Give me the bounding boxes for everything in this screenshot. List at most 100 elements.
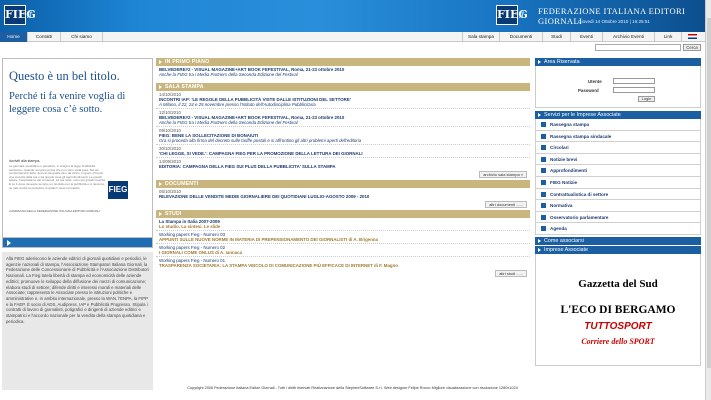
advertisement[interactable]: Questo è un bel titolo. Perché ti fa ven… — [2, 58, 153, 238]
altri-documenti-button[interactable]: altri documenti ...... — [485, 201, 527, 208]
password-input[interactable] — [613, 87, 655, 93]
main-nav: Home Contatti Chi siamo Sala stampa Docu… — [0, 32, 705, 42]
ad-player-bar[interactable] — [2, 238, 153, 248]
altri-studi-button[interactable]: altri studi ...... — [495, 270, 527, 277]
section-header-sala-stampa: SALA STAMPA — [156, 83, 530, 91]
section-header-documenti: DOCUMENTI — [156, 180, 530, 188]
left-column: Questo è un bel titolo. Perché ti fa ven… — [2, 58, 153, 390]
study-item[interactable]: Working papers Fieg - Numero 02 I GIORNAL… — [156, 244, 530, 257]
fieg-logo-text: FIEG — [4, 5, 36, 25]
search-input[interactable] — [595, 44, 681, 51]
document-icon — [541, 145, 546, 151]
service-item[interactable]: Contrattualistica di settore — [535, 188, 701, 201]
username-label: Utente — [588, 79, 602, 84]
more-row: altri documenti ...... — [156, 200, 530, 210]
study-title[interactable]: APPUNTI SULLE NUOVE NORME IN MATERIA DI … — [159, 237, 527, 242]
service-item[interactable]: Osservatorio parlamentare — [535, 211, 701, 224]
ad-campaign: CAMPAGNA DELLA FEDERAZIONE ITALIANA EDIT… — [9, 209, 101, 213]
service-item[interactable]: Circolari — [535, 142, 701, 154]
service-label[interactable]: Rassegna stampa sindacale — [550, 134, 611, 139]
english-flag-icon[interactable] — [688, 34, 697, 39]
service-label[interactable]: Rassegna stampa — [550, 122, 589, 127]
news-title[interactable]: EDITORIA: CAMPAGNA DELLA FIEG SUI PLUS D… — [159, 164, 527, 169]
study-title[interactable]: I GIORNALI COME ONLUS di A. Iannaca — [159, 250, 527, 255]
imprese-header: Imprese Associate — [535, 245, 701, 254]
login-button[interactable]: Login — [638, 96, 655, 102]
document-icon — [541, 122, 546, 127]
news-item[interactable]: 14/09/2010 EDITORIA: CAMPAGNA DELLA FIEG … — [156, 158, 530, 170]
username-input[interactable] — [613, 78, 655, 84]
service-label[interactable]: Approfondimenti — [550, 168, 587, 173]
play-icon[interactable] — [7, 240, 11, 246]
study-item[interactable]: Working papers Fieg - Numero 01 TRASPAREN… — [156, 257, 530, 269]
area-riservata-header: Area Riservata — [535, 58, 701, 66]
study-title[interactable]: Lo studio. La sintesi. Le slide — [159, 224, 527, 229]
nav-chi-siamo[interactable]: Chi siamo — [61, 32, 103, 42]
nav-sala-stampa[interactable]: Sala stampa — [462, 32, 500, 42]
news-subtitle: A Milano, il 22, 24 e 25 novembre presso… — [159, 102, 316, 107]
archivio-sala-stampa-button[interactable]: archivio sala stampa » — [479, 171, 527, 178]
service-label[interactable]: Agenda — [550, 226, 567, 231]
search-button[interactable]: Cerca — [683, 44, 701, 51]
logo-tuttosport[interactable]: TUTTOSPORT — [536, 321, 700, 332]
ad-line: Iscriviti alla stampa. — [9, 159, 41, 163]
nav-home[interactable]: Home — [0, 32, 28, 42]
document-icon — [541, 168, 546, 174]
service-label[interactable]: Notizie brevi — [550, 157, 577, 162]
document-icon — [541, 203, 546, 209]
service-label[interactable]: FIEG Notizie — [550, 180, 577, 185]
news-item[interactable]: 12/10/2010 BELVEDERE#2 - VISUAL MAGAZINE+… — [156, 109, 530, 127]
service-item[interactable]: FIEG Notizie — [535, 176, 701, 189]
section-header-primo-piano: IN PRIMO PIANO — [156, 58, 530, 66]
service-label[interactable]: Contrattualistica di settore — [550, 192, 608, 197]
service-label[interactable]: Normativa — [550, 203, 572, 208]
study-item[interactable]: La Stampa in Italia 2007-2009 Lo studio. … — [156, 218, 530, 231]
fieg-logo-suffix: it — [27, 9, 32, 21]
more-row: archivio sala stampa » — [156, 170, 530, 180]
news-item[interactable]: BELVEDERE#2 - VISUAL MAGAZINE+ART BOOK F… — [156, 66, 530, 80]
login-form: Utente Password Login — [535, 66, 701, 108]
nav-contatti[interactable]: Contatti — [28, 32, 61, 42]
fieg-logo[interactable]: FIEG it — [4, 5, 36, 25]
news-title[interactable]: 'CHI LEGGE, SI VEDE.': CAMPAGNA FIEG PER… — [159, 151, 527, 156]
service-item[interactable]: Approfondimenti — [535, 165, 701, 177]
nav-archivio-eventi[interactable]: Archivio Eventi — [603, 32, 655, 42]
news-item[interactable]: 09/10/2010 FIEG: BENE LA SOLLECITAZIONE D… — [156, 127, 530, 145]
news-item[interactable]: 30/10/2010 'CHI LEGGE, SI VEDE.': CAMPAGN… — [156, 145, 530, 158]
service-label[interactable]: Osservatorio parlamentare — [550, 215, 608, 220]
service-item[interactable]: Notizie brevi — [535, 153, 701, 166]
ad-body: La giornata: quotidiano o periodico, in … — [9, 164, 106, 190]
ad-fieg-logo: FIEG — [108, 181, 128, 199]
logo-eco-di-bergamo[interactable]: L'ECO DI BERGAMO — [536, 304, 700, 316]
service-item[interactable]: Rassegna stampa — [535, 119, 701, 131]
service-label[interactable]: Circolari — [550, 145, 569, 150]
document-icon — [541, 191, 546, 197]
document-icon — [541, 156, 546, 162]
fieg-logo-right-suffix: it — [519, 9, 524, 21]
fieg-logo-right-text: FIEG — [496, 5, 528, 25]
logo-gazzetta-del-sud[interactable]: Gazzetta del Sud — [536, 278, 700, 290]
come-associarsi-header[interactable]: Come associarsi — [535, 236, 701, 245]
logo-corriere-dello-sport[interactable]: Corriere dello SPORT — [536, 337, 700, 346]
nav-documenti[interactable]: Documenti — [500, 32, 543, 42]
study-item[interactable]: Working papers Fieg - Numero 03 APPUNTI S… — [156, 231, 530, 244]
study-title[interactable]: TRASPARENZA SOCIETARIA: LA STAMPA VEICOL… — [159, 263, 527, 268]
service-item[interactable]: Agenda — [535, 223, 701, 235]
news-item[interactable]: 05/10/2010 RILEVAZIONE DELLE VENDITE MEDI… — [156, 188, 530, 200]
ad-title: Questo è un bel titolo. — [9, 69, 120, 83]
ad-subtitle: Perché ti fa venire voglia di leggere co… — [9, 91, 126, 115]
document-icon — [541, 179, 546, 185]
scrollbar[interactable] — [705, 0, 711, 400]
nav-studi[interactable]: Studi — [543, 32, 571, 42]
nav-eventi[interactable]: Eventi — [571, 32, 603, 42]
news-subtitle: Ora si proceda alla firma del decreto su… — [159, 138, 362, 143]
nav-link[interactable]: Link — [655, 32, 682, 42]
news-subtitle: Anche la FIEG tra i Media Partners della… — [159, 120, 298, 125]
news-item[interactable]: 14/10/2010 INCONTRI IAP: 'LE REGOLE DELLA… — [156, 91, 530, 109]
associated-companies: Gazzetta del Sud L'ECO DI BERGAMO TUTTOS… — [535, 253, 701, 366]
service-item[interactable]: Normativa — [535, 200, 701, 212]
password-label: Password — [578, 88, 599, 93]
scrollbar-thumb[interactable] — [707, 18, 711, 368]
service-item[interactable]: Rassegna stampa sindacale — [535, 130, 701, 143]
news-title[interactable]: RILEVAZIONE DELLE VENDITE MEDIE GIORNALI… — [159, 194, 527, 199]
